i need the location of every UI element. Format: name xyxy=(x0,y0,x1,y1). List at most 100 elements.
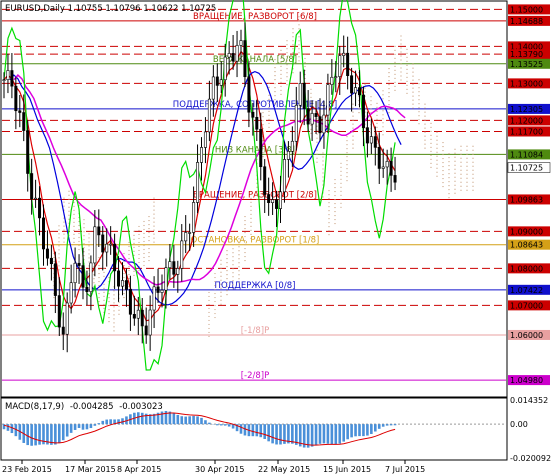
cloud-dot xyxy=(268,122,270,124)
cloud-dot xyxy=(208,299,210,302)
cloud-dot xyxy=(208,291,210,294)
cloud-dot xyxy=(103,283,105,285)
cloud-dot xyxy=(352,119,354,121)
cloud-dot xyxy=(220,271,222,273)
macd-bar xyxy=(2,424,6,430)
cloud-dot xyxy=(352,139,354,141)
price-tag-label: 1.13525 xyxy=(510,60,543,69)
x-tick-label: 7 Jul 2015 xyxy=(385,465,425,474)
cloud-dot xyxy=(424,135,426,137)
candle-body xyxy=(85,286,89,292)
cloud-dot xyxy=(118,313,120,315)
cloud-dot xyxy=(128,269,130,272)
cloud-dot xyxy=(280,49,282,52)
cloud-dot xyxy=(108,297,110,299)
cloud-dot xyxy=(448,153,450,155)
macd-bar xyxy=(192,415,195,425)
level-name: [-2/8]P xyxy=(241,371,270,381)
cloud-dot xyxy=(430,166,432,168)
cloud-dot xyxy=(262,112,264,114)
trading-chart[interactable]: ВРАЩЕНИЕ, РАЗВОРОТ [6/8]ВЕРХ КАНАЛА [5/8… xyxy=(0,0,551,475)
candle-body xyxy=(361,94,365,128)
cloud-dot xyxy=(400,39,402,41)
cloud-dot xyxy=(103,287,105,289)
cloud-dot xyxy=(208,307,210,310)
macd-bar xyxy=(73,424,77,430)
cloud-dot xyxy=(256,194,258,196)
cloud-dot xyxy=(108,313,110,315)
cloud-dot xyxy=(430,126,432,128)
cloud-dot xyxy=(138,245,140,248)
cloud-dot xyxy=(123,292,125,295)
candle-body xyxy=(243,40,247,78)
cloud-dot xyxy=(262,124,264,126)
macd-bar xyxy=(239,424,243,434)
macd-bar xyxy=(354,424,357,437)
cloud-dot xyxy=(244,239,246,242)
cloud-dot xyxy=(466,185,468,187)
cloud-dot xyxy=(454,176,456,178)
cloud-dot xyxy=(108,317,110,319)
cloud-dot xyxy=(406,68,408,70)
cloud-dot xyxy=(436,155,438,157)
cloud-dot xyxy=(88,257,90,259)
cloud-dot xyxy=(382,130,384,132)
cloud-dot xyxy=(63,221,65,223)
cloud-dot xyxy=(328,222,330,224)
cloud-dot xyxy=(244,219,246,222)
cloud-dot xyxy=(322,164,324,166)
macd-bar xyxy=(101,420,105,425)
cloud-dot xyxy=(466,153,468,155)
candle-body xyxy=(373,136,377,148)
cloud-dot xyxy=(424,103,426,105)
macd-bar xyxy=(318,424,322,444)
cloud-dot xyxy=(58,261,60,263)
cloud-dot xyxy=(103,307,105,309)
cloud-dot xyxy=(436,143,438,145)
cloud-dot xyxy=(214,284,216,287)
cloud-dot xyxy=(238,250,240,252)
cloud-dot xyxy=(388,71,390,74)
cloud-dot xyxy=(376,114,378,116)
cloud-dot xyxy=(472,149,474,151)
cloud-dot xyxy=(340,194,342,196)
cloud-dot xyxy=(292,52,294,54)
cloud-dot xyxy=(220,303,222,305)
macd-value-1: -0.004285 xyxy=(70,402,114,412)
cloud-dot xyxy=(292,72,294,74)
cloud-dot xyxy=(73,205,75,207)
cloud-dot xyxy=(382,126,384,128)
cloud-dot xyxy=(334,206,336,209)
cloud-dot xyxy=(63,225,65,227)
cloud-dot xyxy=(394,53,396,55)
cloud-dot xyxy=(460,177,462,179)
cloud-dot xyxy=(424,131,426,133)
cloud-dot xyxy=(98,256,100,259)
cloud-dot xyxy=(280,57,282,60)
cloud-dot xyxy=(280,89,282,92)
cloud-dot xyxy=(88,249,90,251)
cloud-dot xyxy=(78,232,80,235)
cloud-dot xyxy=(113,326,115,328)
cloud-dot xyxy=(424,139,426,141)
cloud-dot xyxy=(58,269,60,271)
cloud-dot xyxy=(412,71,414,73)
cloud-dot xyxy=(128,265,130,268)
cloud-dot xyxy=(394,81,396,83)
macd-bar xyxy=(223,424,227,426)
macd-bar xyxy=(200,417,203,425)
cloud-dot xyxy=(268,118,270,120)
macd-bar xyxy=(69,424,73,433)
cloud-dot xyxy=(250,217,252,219)
cloud-dot xyxy=(143,240,145,243)
price-tag-label: 1.08643 xyxy=(510,241,543,250)
candle-body xyxy=(263,166,267,195)
cloud-dot xyxy=(334,214,336,217)
cloud-dot xyxy=(334,178,336,181)
level-name: ВРАЩЕНИЕ, РАЗВОРОТ [2/8] xyxy=(193,190,317,200)
cloud-dot xyxy=(58,229,60,231)
candle-body xyxy=(152,286,156,311)
time-axis: 23 Feb 2015 17 Mar 2015 8 Apr 2015 30 Apr 2… xyxy=(2,460,425,474)
cloud-dot xyxy=(298,16,300,18)
candle-body xyxy=(105,243,109,253)
